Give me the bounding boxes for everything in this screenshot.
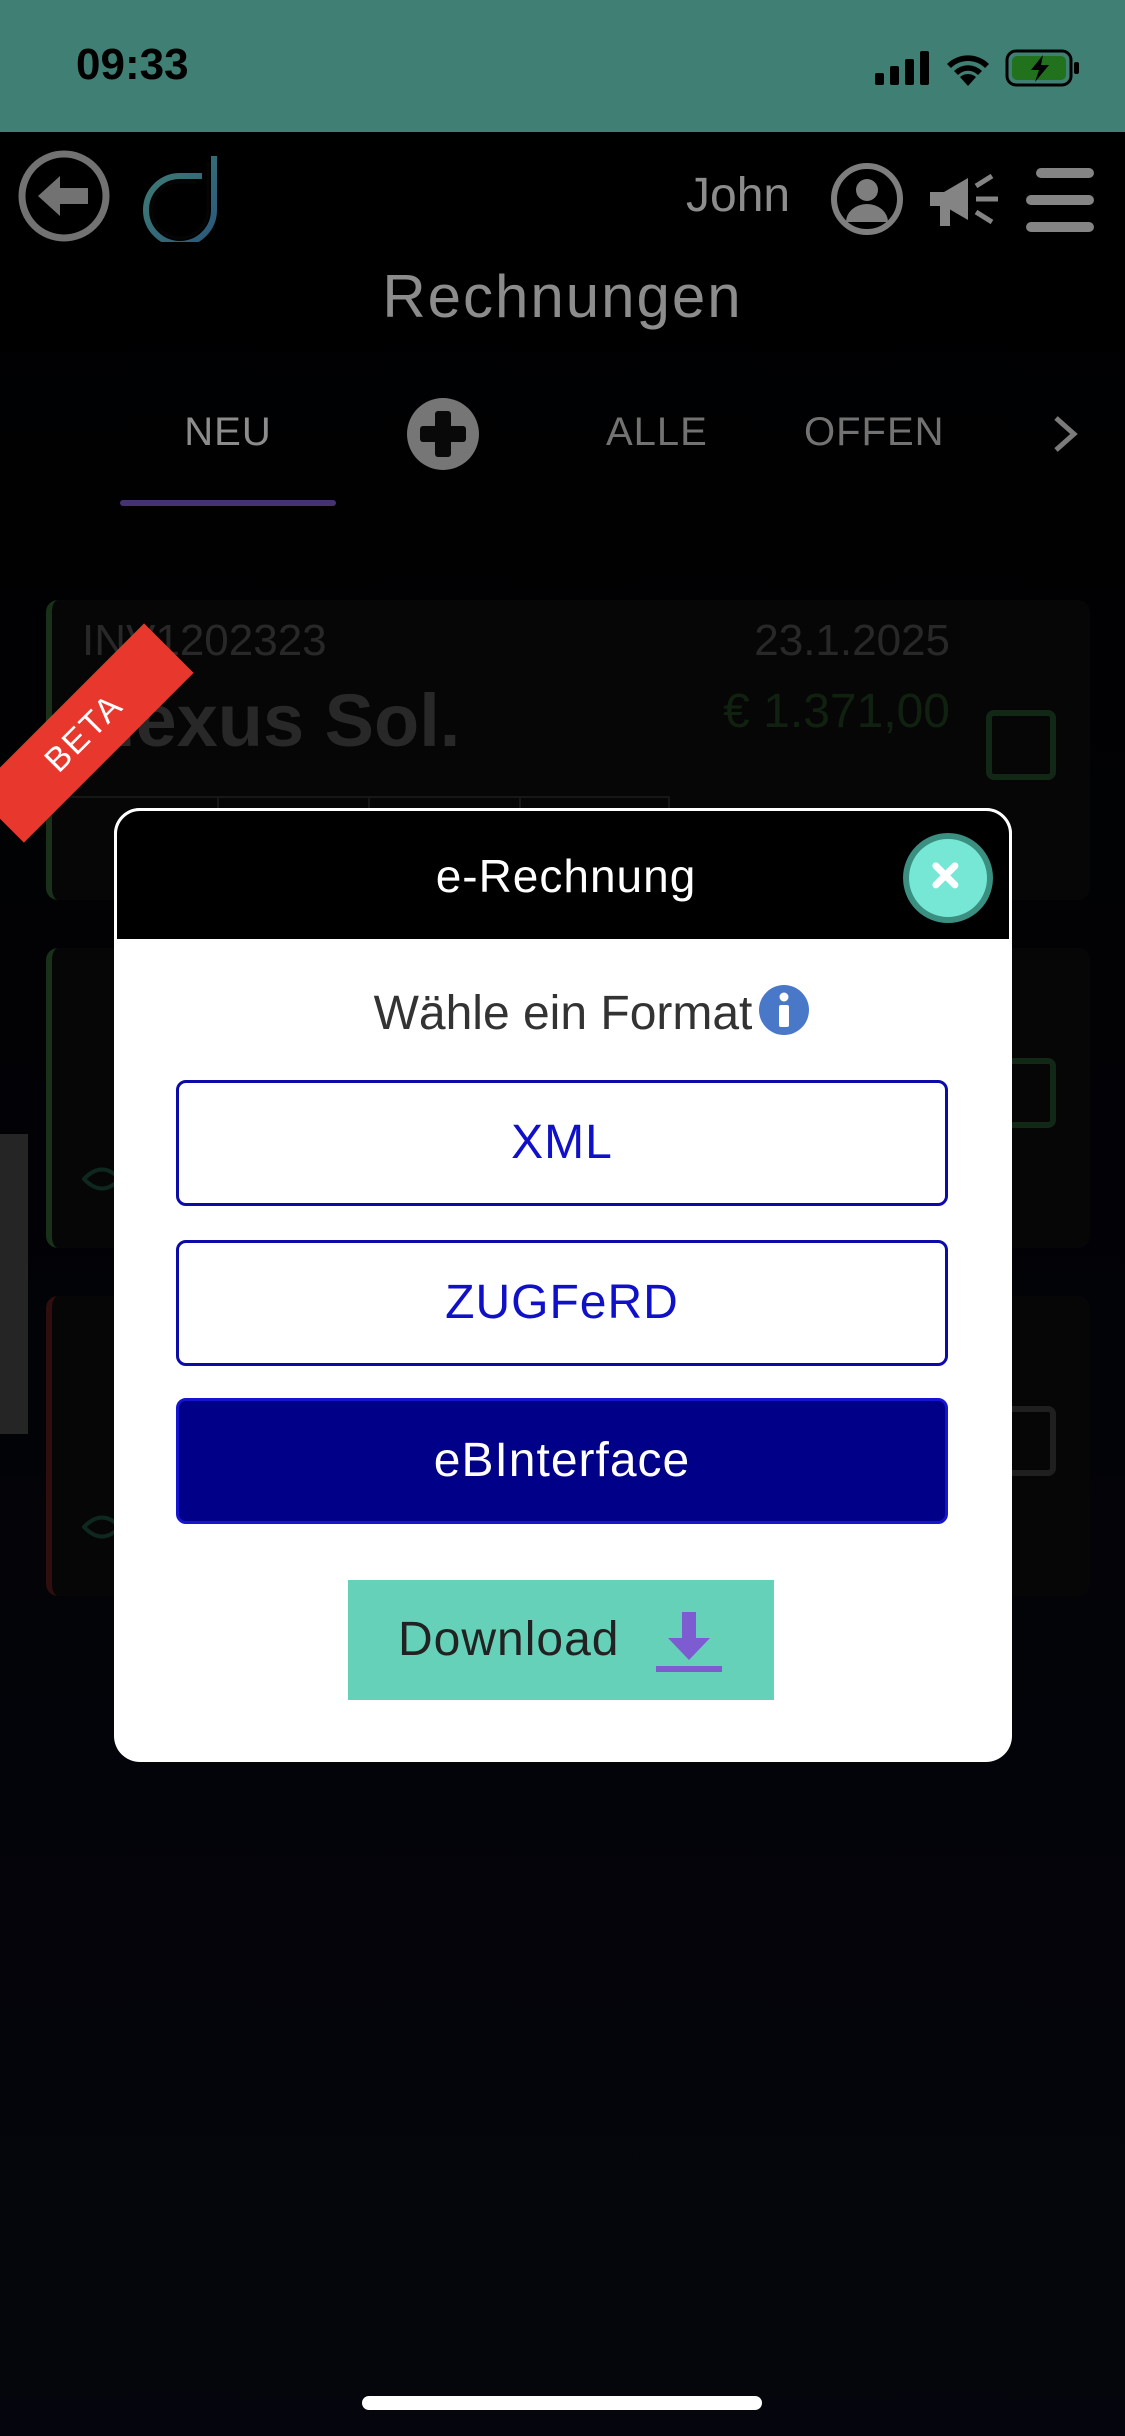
e-invoice-modal: e-Rechnung Wähle ein Format XML ZUGFeRD … — [114, 808, 1012, 1762]
format-zugferd-button[interactable]: ZUGFeRD — [176, 1240, 948, 1366]
download-icon — [656, 1612, 722, 1672]
close-icon[interactable] — [903, 833, 993, 923]
download-button[interactable]: Download — [348, 1580, 774, 1700]
beta-ribbon: BETA — [0, 623, 232, 916]
home-indicator[interactable] — [362, 2396, 762, 2410]
format-prompt-text: Wähle ein Format — [373, 987, 753, 1040]
format-ebinterface-button[interactable]: eBInterface — [176, 1398, 948, 1524]
format-xml-button[interactable]: XML — [176, 1080, 948, 1206]
format-prompt: Wähle ein Format — [114, 986, 1012, 1041]
screen: 09:33 John Rechnungen NEU ALLE OFFEN INV… — [0, 0, 1125, 2436]
download-label: Download — [398, 1613, 620, 1666]
info-icon[interactable] — [758, 984, 810, 1036]
modal-header: e-Rechnung — [114, 808, 1012, 942]
modal-title: e-Rechnung — [435, 850, 697, 902]
